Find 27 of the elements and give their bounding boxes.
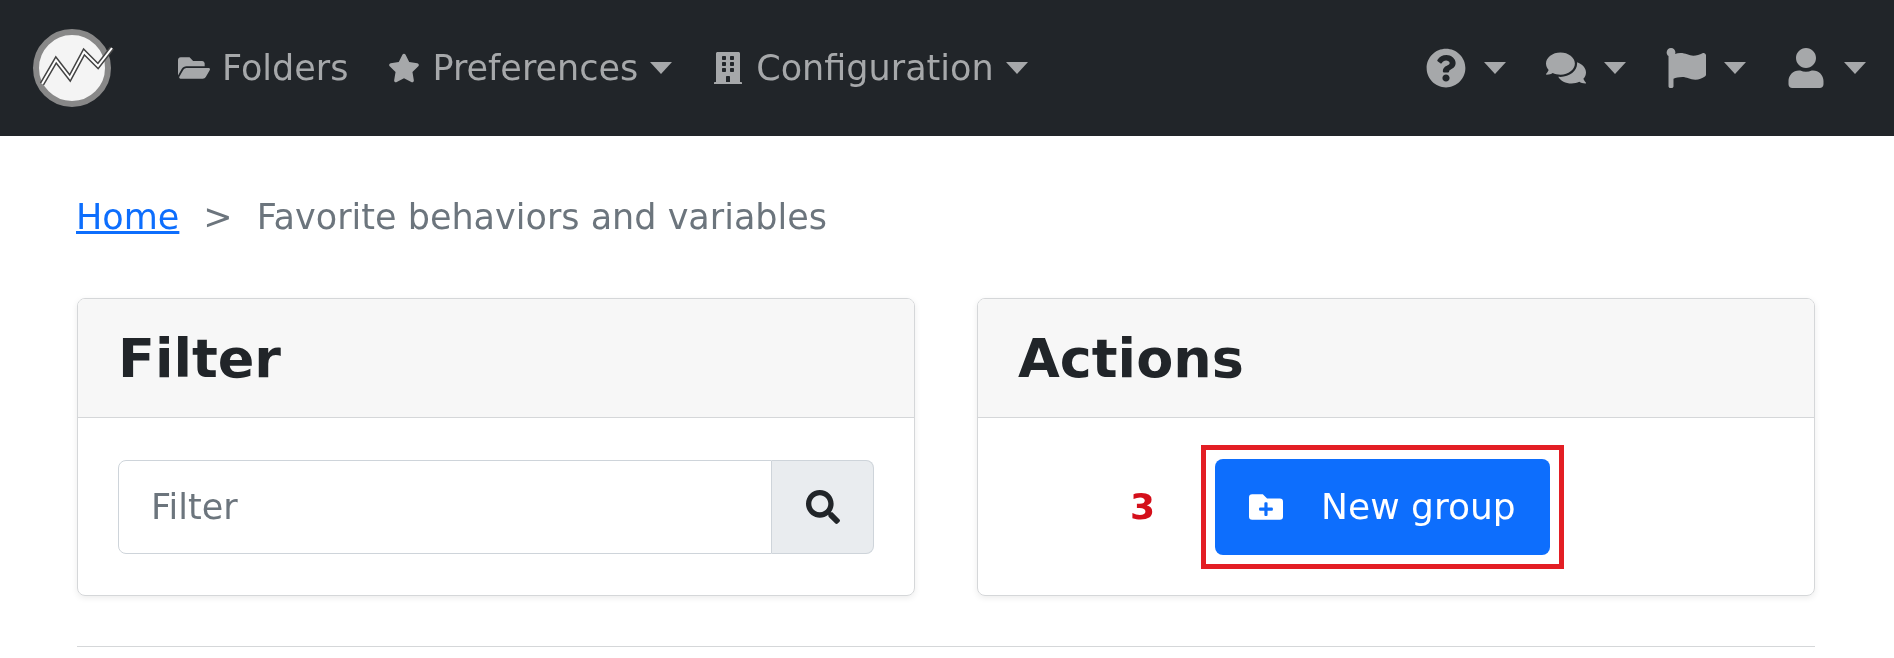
caret-icon: [1844, 62, 1866, 74]
card-title: Actions: [1018, 326, 1244, 390]
annotation-number: 3: [1130, 486, 1156, 527]
star-icon: [388, 52, 421, 84]
help-icon: [1426, 48, 1466, 88]
nav-menu[interactable]: [1426, 48, 1506, 88]
search-icon: [805, 489, 840, 524]
caret-icon: [650, 62, 673, 74]
nav-link[interactable]: Configuration: [712, 48, 1028, 88]
search-button[interactable]: [772, 459, 874, 554]
nav-menu[interactable]: [1666, 48, 1746, 88]
caret-icon: [1724, 62, 1746, 74]
card-title: Filter: [118, 326, 281, 390]
building-icon: [712, 52, 745, 84]
nav-menu[interactable]: [1786, 48, 1866, 88]
breadcrumb-separator: >: [203, 197, 233, 237]
flag-icon: [1666, 48, 1706, 88]
new-group-button[interactable]: New group: [1215, 458, 1550, 555]
nav-link[interactable]: Folders: [178, 48, 349, 88]
breadcrumb-current: Favorite behaviors and variables: [256, 197, 828, 237]
nav-link[interactable]: Preferences: [388, 48, 673, 88]
breadcrumb-link[interactable]: Home: [76, 197, 180, 237]
user-icon: [1786, 48, 1826, 88]
caret-icon: [1484, 62, 1506, 74]
caret-icon: [1604, 62, 1626, 74]
caret-icon: [1005, 62, 1028, 74]
search-field[interactable]: Filter: [118, 459, 772, 554]
